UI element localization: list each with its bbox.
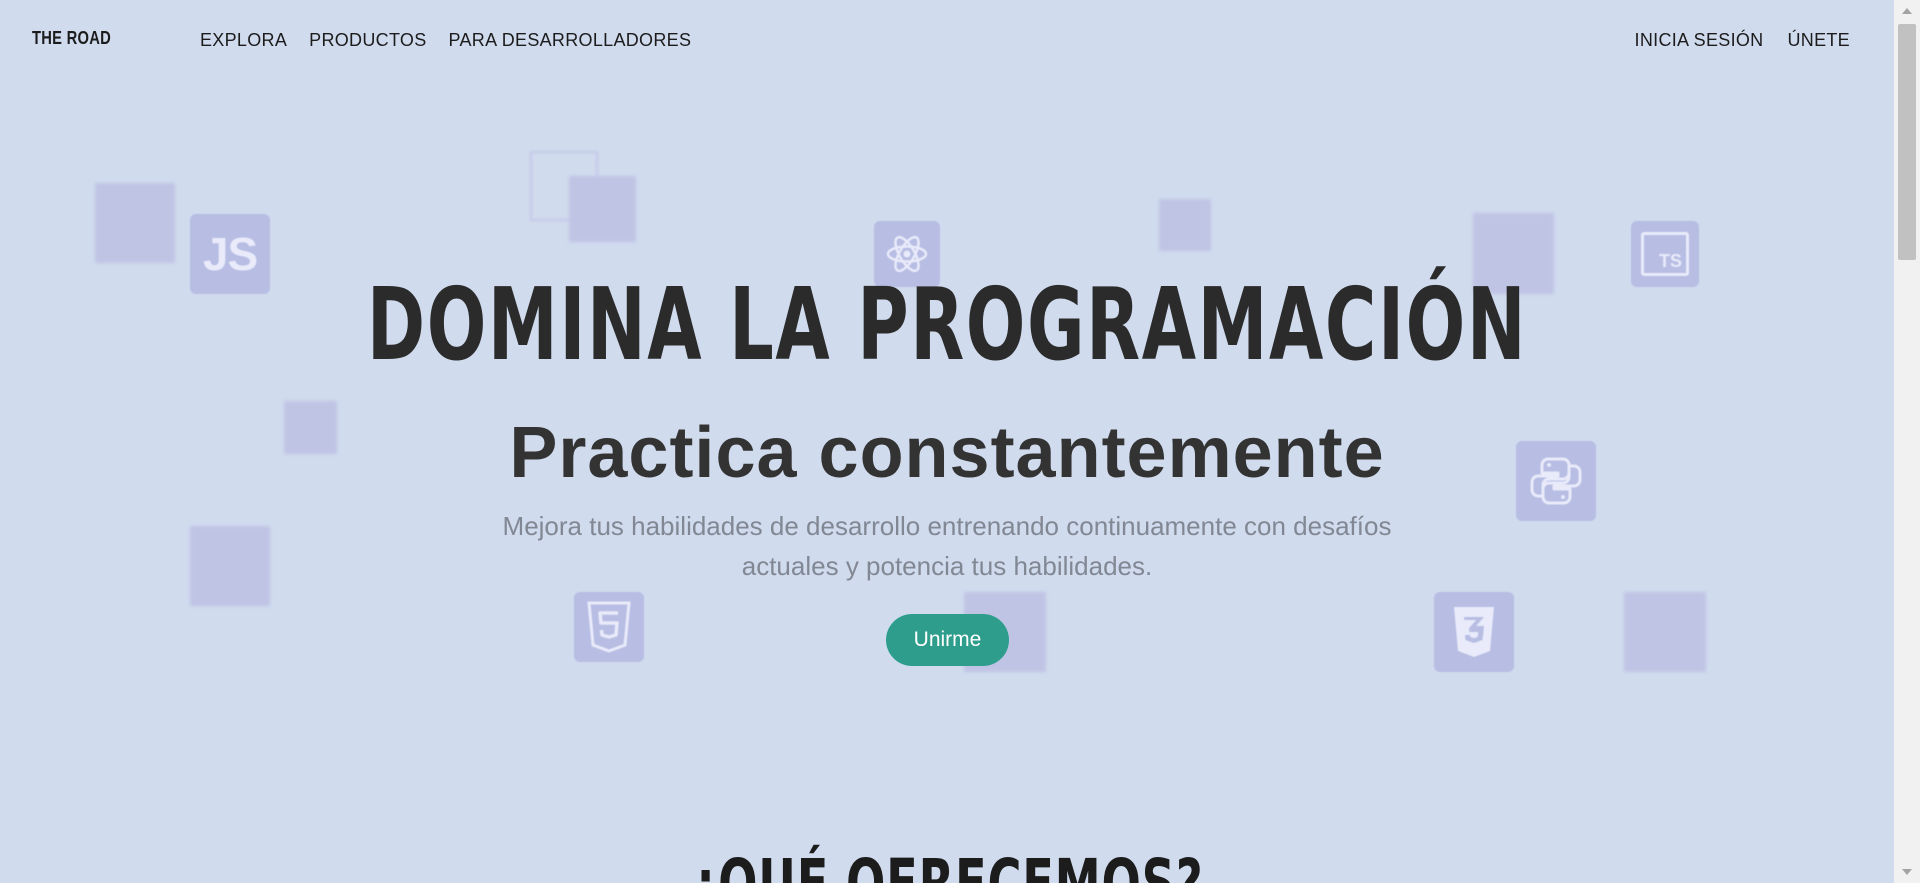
nav-link-explora[interactable]: EXPLORA <box>200 30 287 51</box>
scroll-down-arrow-icon[interactable] <box>1902 869 1912 875</box>
join-button[interactable]: Unirme <box>886 614 1009 666</box>
account-nav: INICIA SESIÓN ÚNETE <box>1635 30 1850 51</box>
nav-link-productos[interactable]: PRODUCTOS <box>309 30 426 51</box>
decorative-square <box>1624 592 1706 672</box>
hero-description: Mejora tus habilidades de desarrollo ent… <box>502 511 1392 581</box>
html5-icon <box>574 592 644 662</box>
hero-subtitle: Practica constantemente <box>509 413 1385 493</box>
typescript-icon-label: TS <box>1658 251 1682 271</box>
nav-link-desarrolladores[interactable]: PARA DESARROLLADORES <box>449 30 692 51</box>
css3-icon <box>1434 592 1514 672</box>
decorative-square <box>95 183 175 263</box>
top-navbar: THE ROAD EXPLORA PRODUCTOS PARA DESARROL… <box>0 0 1894 82</box>
logo[interactable]: THE ROAD <box>32 28 111 49</box>
landing-page: JS TS THE ROAD EXPLORA PRODUCTOS PARA DE… <box>0 0 1894 883</box>
hero-title: DOMINA LA PROGRAMACIÓN <box>366 266 1528 383</box>
login-link[interactable]: INICIA SESIÓN <box>1635 30 1764 51</box>
scrollbar-thumb[interactable] <box>1898 24 1916 260</box>
decorative-square <box>569 176 636 242</box>
signup-link[interactable]: ÚNETE <box>1787 30 1850 51</box>
decorative-square <box>190 526 270 606</box>
primary-nav: EXPLORA PRODUCTOS PARA DESARROLLADORES <box>200 30 691 51</box>
section-title: ¿QUÉ OFRECEMOS? <box>208 845 1685 883</box>
vertical-scrollbar[interactable] <box>1894 0 1920 883</box>
scroll-up-arrow-icon[interactable] <box>1902 8 1912 14</box>
decorative-square <box>1159 199 1211 251</box>
